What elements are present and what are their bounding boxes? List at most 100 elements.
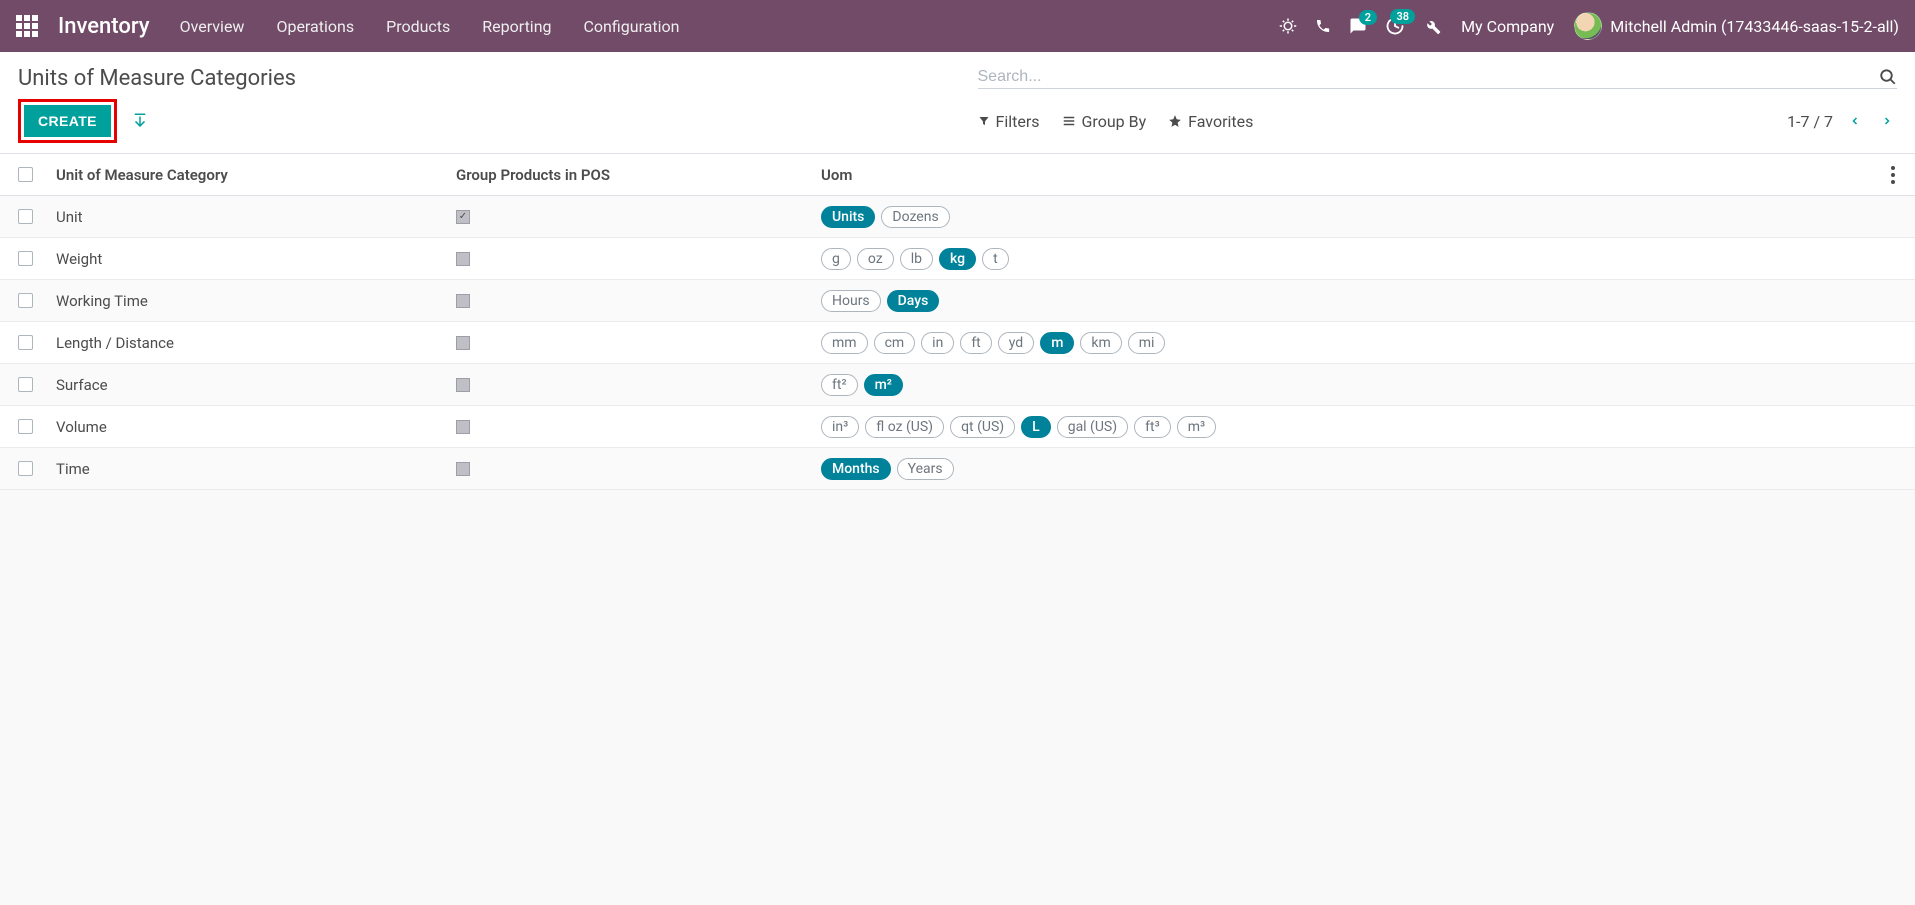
category-name: Working Time bbox=[50, 292, 450, 310]
uom-tag[interactable]: m bbox=[1040, 332, 1074, 354]
menu-overview[interactable]: Overview bbox=[180, 17, 245, 36]
table-row[interactable]: Weight gozlbkgt bbox=[0, 238, 1915, 280]
search-input[interactable] bbox=[978, 68, 1880, 86]
company-selector[interactable]: My Company bbox=[1461, 17, 1554, 36]
messages-icon[interactable]: 2 bbox=[1349, 17, 1367, 35]
list-header: Unit of Measure Category Group Products … bbox=[0, 154, 1915, 196]
row-checkbox[interactable] bbox=[18, 251, 33, 266]
row-checkbox[interactable] bbox=[18, 377, 33, 392]
table-row[interactable]: Length / Distance mmcminftydmkmmi bbox=[0, 322, 1915, 364]
category-name: Unit bbox=[50, 208, 450, 226]
uom-tag[interactable]: fl oz (US) bbox=[865, 416, 944, 438]
table-row[interactable]: Unit Units Dozens bbox=[0, 196, 1915, 238]
table-row[interactable]: Surface ft² m² bbox=[0, 364, 1915, 406]
uom-tag[interactable]: mm bbox=[821, 332, 868, 354]
group-pos-checkbox[interactable] bbox=[456, 294, 470, 308]
table-row[interactable]: TimeMonthsYears bbox=[0, 448, 1915, 490]
group-pos-checkbox[interactable] bbox=[456, 252, 470, 266]
uom-tag[interactable]: Dozens bbox=[881, 206, 949, 228]
groupby-button[interactable]: Group By bbox=[1062, 112, 1147, 131]
uom-tag[interactable]: in³ bbox=[821, 416, 859, 438]
activities-icon[interactable]: 38 bbox=[1385, 16, 1405, 36]
uom-tags: ft² m² bbox=[821, 374, 1865, 396]
favorites-label: Favorites bbox=[1188, 112, 1253, 131]
row-checkbox[interactable] bbox=[18, 293, 33, 308]
menu-configuration[interactable]: Configuration bbox=[584, 17, 680, 36]
favorites-button[interactable]: Favorites bbox=[1168, 112, 1253, 131]
top-navbar: Inventory Overview Operations Products R… bbox=[0, 0, 1915, 52]
uom-tag[interactable]: gal (US) bbox=[1057, 416, 1128, 438]
search-bar bbox=[978, 68, 1898, 89]
table-row[interactable]: Working Time Hours Days bbox=[0, 280, 1915, 322]
uom-tag[interactable]: Years bbox=[897, 458, 954, 480]
select-all-checkbox[interactable] bbox=[18, 167, 33, 182]
uom-tag[interactable]: g bbox=[821, 248, 851, 270]
uom-tag[interactable]: oz bbox=[857, 248, 894, 270]
app-brand[interactable]: Inventory bbox=[58, 14, 150, 39]
group-pos-checkbox[interactable] bbox=[456, 420, 470, 434]
page-title: Units of Measure Categories bbox=[18, 66, 938, 91]
uom-tag[interactable]: t bbox=[982, 248, 1009, 270]
group-pos-checkbox[interactable] bbox=[456, 336, 470, 350]
uom-tag[interactable]: ft bbox=[960, 332, 991, 354]
menu-products[interactable]: Products bbox=[386, 17, 450, 36]
search-icon[interactable] bbox=[1879, 68, 1897, 86]
tools-icon[interactable] bbox=[1423, 17, 1441, 35]
control-panel: Units of Measure Categories CREATE Filte… bbox=[0, 52, 1915, 154]
apps-icon[interactable] bbox=[16, 15, 38, 37]
uom-tag[interactable]: mi bbox=[1128, 332, 1166, 354]
uom-tag[interactable]: lb bbox=[900, 248, 933, 270]
debug-icon[interactable] bbox=[1279, 17, 1297, 35]
group-pos-checkbox[interactable] bbox=[456, 210, 470, 224]
uom-tag[interactable]: cm bbox=[874, 332, 916, 354]
uom-tag[interactable]: Units bbox=[821, 206, 875, 228]
group-pos-checkbox[interactable] bbox=[456, 462, 470, 476]
uom-tags: in³ fl oz (US) qt (US) Lgal (US) ft³ m³ bbox=[821, 416, 1865, 438]
table-row[interactable]: Volume in³ fl oz (US) qt (US) Lgal (US) ft³ m³ bbox=[0, 406, 1915, 448]
uom-tags: mmcminftydmkmmi bbox=[821, 332, 1865, 354]
col-group-pos[interactable]: Group Products in POS bbox=[450, 166, 815, 184]
col-category[interactable]: Unit of Measure Category bbox=[50, 166, 450, 184]
menu-reporting[interactable]: Reporting bbox=[482, 17, 551, 36]
uom-tag[interactable]: ft³ bbox=[1134, 416, 1171, 438]
uom-tag[interactable]: Months bbox=[821, 458, 891, 480]
row-checkbox[interactable] bbox=[18, 209, 33, 224]
create-highlight: CREATE bbox=[18, 99, 117, 143]
create-button[interactable]: CREATE bbox=[24, 105, 111, 137]
phone-icon[interactable] bbox=[1315, 18, 1331, 34]
uom-tag[interactable]: L bbox=[1021, 416, 1051, 438]
activities-badge: 38 bbox=[1390, 9, 1415, 24]
user-menu[interactable]: Mitchell Admin (17433446-saas-15-2-all) bbox=[1574, 12, 1899, 40]
messages-badge: 2 bbox=[1359, 10, 1377, 25]
uom-tag[interactable]: km bbox=[1080, 332, 1121, 354]
row-checkbox[interactable] bbox=[18, 419, 33, 434]
pager-text: 1-7 / 7 bbox=[1787, 112, 1833, 131]
row-checkbox[interactable] bbox=[18, 461, 33, 476]
uom-tag[interactable]: Days bbox=[887, 290, 940, 312]
pager-prev-icon[interactable] bbox=[1845, 113, 1865, 129]
row-checkbox[interactable] bbox=[18, 335, 33, 350]
main-menu: Overview Operations Products Reporting C… bbox=[180, 17, 680, 36]
menu-operations[interactable]: Operations bbox=[276, 17, 354, 36]
export-icon[interactable] bbox=[131, 112, 149, 130]
uom-tag[interactable]: yd bbox=[998, 332, 1034, 354]
uom-tag[interactable]: m² bbox=[864, 374, 903, 396]
category-name: Weight bbox=[50, 250, 450, 268]
category-name: Length / Distance bbox=[50, 334, 450, 352]
column-options-icon[interactable] bbox=[1877, 166, 1909, 184]
filters-button[interactable]: Filters bbox=[978, 112, 1040, 131]
uom-tag[interactable]: kg bbox=[939, 248, 976, 270]
uom-tag[interactable]: qt (US) bbox=[950, 416, 1015, 438]
uom-tag[interactable]: in bbox=[921, 332, 954, 354]
pager-next-icon[interactable] bbox=[1877, 113, 1897, 129]
uom-tags: Units Dozens bbox=[821, 206, 1865, 228]
category-name: Surface bbox=[50, 376, 450, 394]
uom-tag[interactable]: ft² bbox=[821, 374, 858, 396]
uom-tags: Hours Days bbox=[821, 290, 1865, 312]
group-pos-checkbox[interactable] bbox=[456, 378, 470, 392]
uom-tag[interactable]: m³ bbox=[1177, 416, 1216, 438]
col-uom[interactable]: Uom bbox=[815, 166, 1871, 184]
uom-tag[interactable]: Hours bbox=[821, 290, 881, 312]
category-name: Volume bbox=[50, 418, 450, 436]
uom-tags: gozlbkgt bbox=[821, 248, 1865, 270]
